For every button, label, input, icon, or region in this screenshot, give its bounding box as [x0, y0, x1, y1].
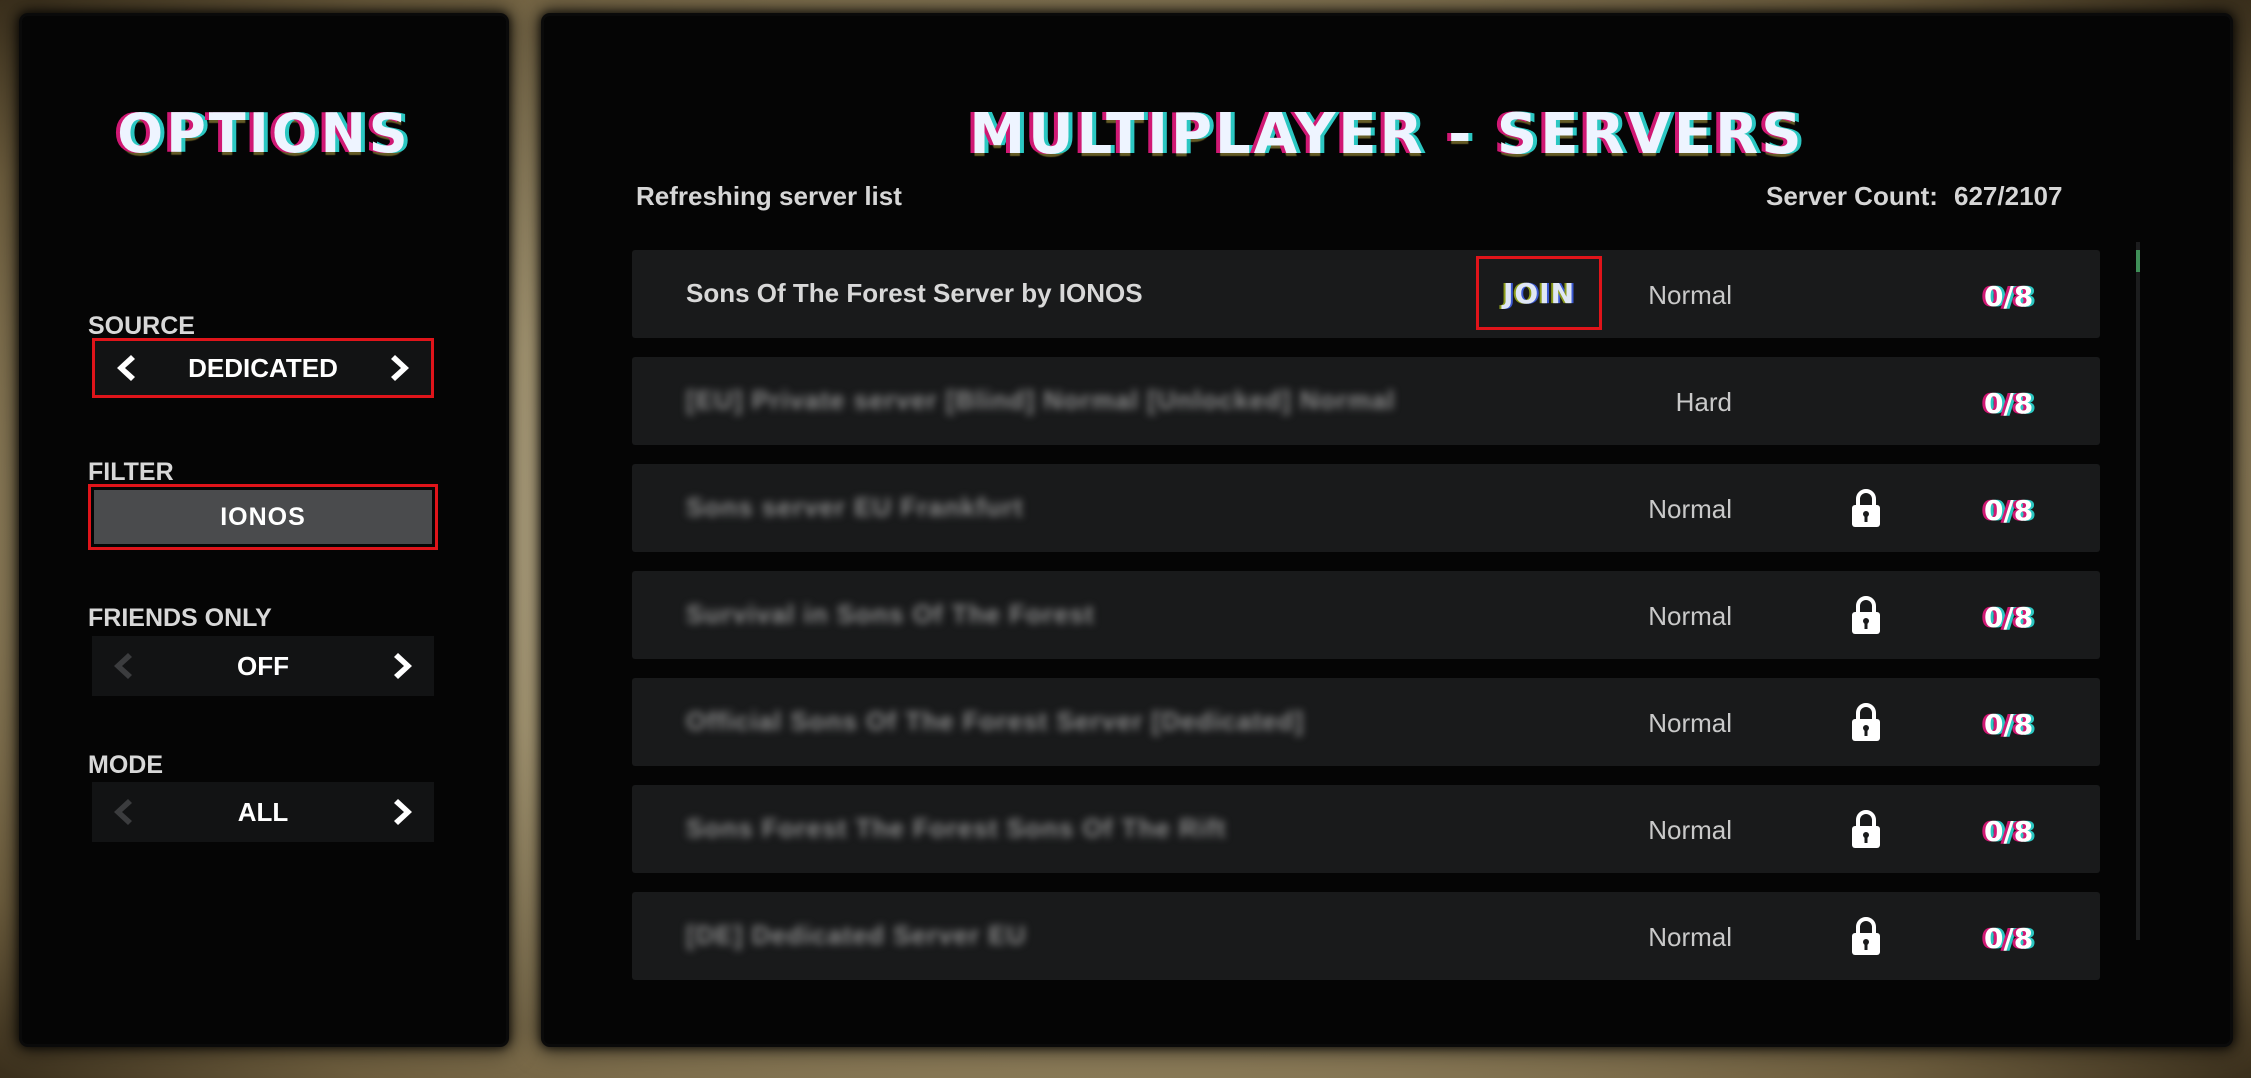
- server-row[interactable]: [EU] Private server [Blind] Normal [Unlo…: [632, 357, 2100, 445]
- server-name: Sons Forest The Forest Sons Of The Rift: [686, 813, 1227, 843]
- source-selector: DEDICATED: [92, 338, 434, 398]
- chevron-right-icon[interactable]: [389, 353, 415, 383]
- server-list: Sons Of The Forest Server by IONOS JOIN …: [632, 250, 2100, 999]
- server-difficulty: Normal: [1648, 280, 1732, 310]
- server-players: 0/8: [1984, 601, 2034, 634]
- server-row[interactable]: Sons server EU Frankfurt Normal 0/8: [632, 464, 2100, 552]
- server-row[interactable]: Official Sons Of The Forest Server [Dedi…: [632, 678, 2100, 766]
- server-row[interactable]: Sons Of The Forest Server by IONOS JOIN …: [632, 250, 2100, 338]
- servers-panel: MULTIPLAYER - SERVERS Refreshing server …: [544, 16, 2230, 1044]
- source-label: SOURCE: [88, 312, 195, 340]
- server-name: Official Sons Of The Forest Server [Dedi…: [686, 706, 1305, 736]
- mode-label: MODE: [88, 751, 163, 779]
- server-players: 0/8: [1984, 280, 2034, 313]
- server-players: 0/8: [1984, 708, 2034, 741]
- mode-selector: ALL: [92, 782, 434, 842]
- server-row[interactable]: Survival in Sons Of The Forest Normal 0/…: [632, 571, 2100, 659]
- server-difficulty: Normal: [1648, 601, 1732, 631]
- server-name: [DE] Dedicated Server EU: [686, 920, 1027, 950]
- chevron-right-icon[interactable]: [392, 651, 418, 681]
- friends-only-value: OFF: [237, 650, 289, 681]
- server-name: [EU] Private server [Blind] Normal [Unlo…: [686, 385, 1396, 415]
- server-difficulty: Normal: [1648, 922, 1732, 952]
- server-count-value: 627/2107: [1954, 181, 2063, 211]
- filter-input[interactable]: IONOS: [88, 484, 438, 550]
- server-row[interactable]: [DE] Dedicated Server EU Normal 0/8: [632, 892, 2100, 980]
- lock-icon: [1852, 810, 1880, 848]
- refresh-status: Refreshing server list: [636, 181, 902, 211]
- server-list-scrollbar[interactable]: [2136, 242, 2140, 940]
- chevron-left-icon[interactable]: [111, 353, 137, 383]
- join-button[interactable]: JOIN: [1476, 256, 1602, 330]
- server-players: 0/8: [1984, 815, 2034, 848]
- server-players: 0/8: [1984, 922, 2034, 955]
- chevron-left-icon[interactable]: [108, 797, 134, 827]
- lock-icon: [1852, 596, 1880, 634]
- chevron-right-icon[interactable]: [392, 797, 418, 827]
- server-difficulty: Normal: [1648, 815, 1732, 845]
- server-players: 0/8: [1984, 387, 2034, 420]
- server-name: Sons server EU Frankfurt: [686, 492, 1024, 522]
- server-difficulty: Hard: [1675, 387, 1732, 417]
- page-title: MULTIPLAYER - SERVERS: [969, 102, 1805, 167]
- options-panel: OPTIONS SOURCE DEDICATED FILTER IONOS FR…: [22, 16, 506, 1044]
- lock-icon: [1852, 489, 1880, 527]
- lock-icon: [1852, 703, 1880, 741]
- server-count-label: Server Count:: [1766, 181, 1938, 211]
- friends-only-label: FRIENDS ONLY: [88, 604, 272, 632]
- server-name: Survival in Sons Of The Forest: [686, 599, 1095, 629]
- server-difficulty: Normal: [1648, 708, 1732, 738]
- friends-only-selector: OFF: [92, 636, 434, 696]
- filter-value: IONOS: [94, 490, 432, 544]
- server-name: Sons Of The Forest Server by IONOS: [686, 278, 1143, 308]
- server-row[interactable]: Sons Forest The Forest Sons Of The Rift …: [632, 785, 2100, 873]
- scrollbar-thumb[interactable]: [2136, 250, 2140, 272]
- mode-value: ALL: [237, 796, 289, 827]
- source-value: DEDICATED: [188, 352, 338, 383]
- server-players: 0/8: [1984, 494, 2034, 527]
- options-title: OPTIONS: [117, 102, 411, 165]
- chevron-left-icon[interactable]: [108, 651, 134, 681]
- lock-icon: [1852, 917, 1880, 955]
- server-difficulty: Normal: [1648, 494, 1732, 524]
- filter-label: FILTER: [88, 458, 174, 486]
